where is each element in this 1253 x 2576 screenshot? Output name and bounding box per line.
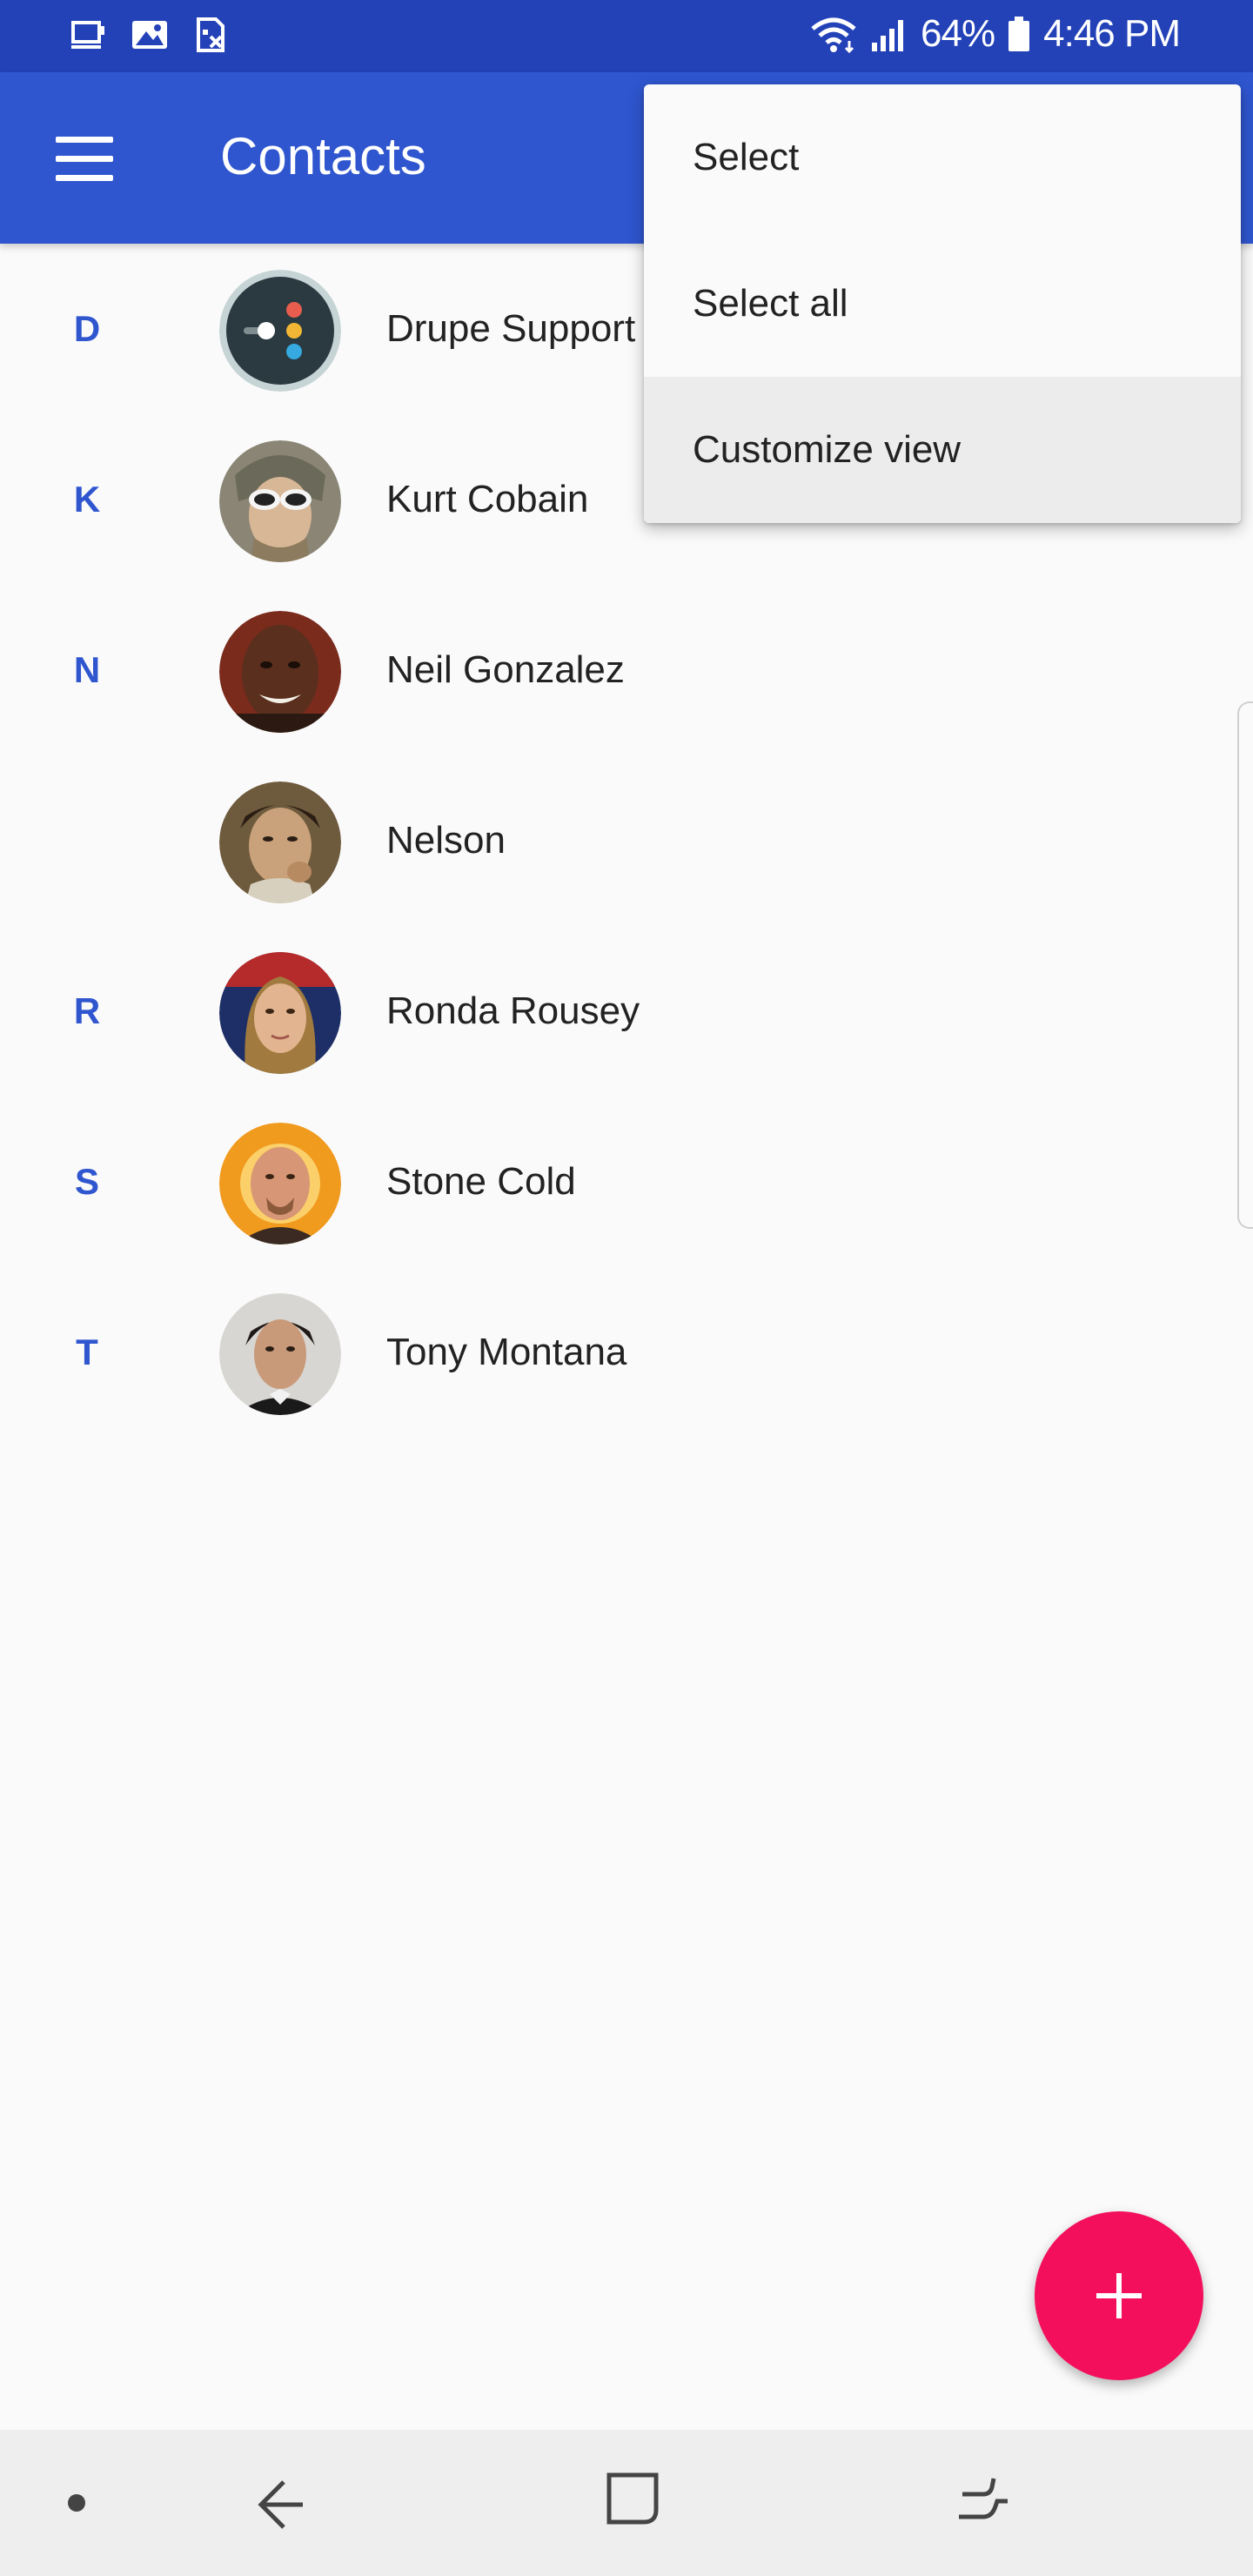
contact-photo <box>219 782 341 903</box>
list-item[interactable]: S Stone Cold <box>0 1097 1253 1267</box>
contacts-screen: 64% 4:46 PM Contacts D Drupe Support K K… <box>0 0 1253 2576</box>
contact-name: Drupe Support <box>386 307 636 350</box>
section-letter: K <box>73 479 101 520</box>
scroll-index-handle[interactable] <box>1237 701 1253 1229</box>
contact-photo <box>219 440 341 562</box>
contact-photo <box>219 952 341 1074</box>
cast-icon <box>71 21 104 49</box>
contact-name: Nelson <box>386 819 506 862</box>
battery-percent: 64% <box>921 12 995 55</box>
menu-item-select-all[interactable]: Select all <box>644 231 1241 377</box>
recents-icon[interactable] <box>954 2472 1015 2532</box>
menu-item-customize-view[interactable]: Customize view <box>644 377 1241 523</box>
status-left-icons <box>70 16 230 54</box>
contact-name: Ronda Rousey <box>386 989 640 1032</box>
contact-name: Tony Montana <box>386 1331 627 1373</box>
avatar <box>219 782 341 903</box>
drupe-logo-icon <box>219 270 341 392</box>
dot-icon[interactable] <box>66 2492 87 2513</box>
section-letter: N <box>73 649 101 690</box>
system-nav-bar <box>0 2430 1253 2576</box>
contact-photo <box>219 1123 341 1244</box>
signal-icon <box>872 20 904 51</box>
section-letter: S <box>74 1161 99 1202</box>
home-icon[interactable] <box>604 2470 661 2527</box>
avatar <box>219 1293 341 1415</box>
contact-name: Neil Gonzalez <box>386 648 625 691</box>
section-letter: D <box>73 308 101 349</box>
back-icon[interactable] <box>249 2473 310 2534</box>
add-contact-button[interactable] <box>1035 2211 1203 2380</box>
hamburger-menu-icon[interactable] <box>44 124 127 194</box>
clock: 4:46 PM <box>1043 12 1181 55</box>
section-letter: R <box>73 990 101 1031</box>
contact-name: Kurt Cobain <box>386 478 589 520</box>
avatar <box>219 611 341 733</box>
list-item[interactable]: N Neil Gonzalez <box>0 585 1253 755</box>
plus-icon <box>1096 2273 1142 2318</box>
contact-photo <box>219 1293 341 1415</box>
list-item[interactable]: T Tony Montana <box>0 1267 1253 1438</box>
avatar <box>219 270 341 392</box>
avatar <box>219 1123 341 1244</box>
overflow-menu: Select Select all Customize view <box>644 84 1241 523</box>
wifi-icon <box>811 17 856 53</box>
section-letter: T <box>76 1332 98 1372</box>
list-item[interactable]: R Ronda Rousey <box>0 926 1253 1097</box>
page-title: Contacts <box>220 127 426 185</box>
battery-icon <box>1008 17 1030 51</box>
image-icon <box>132 21 167 49</box>
status-right: 64% 4:46 PM <box>809 12 1181 56</box>
contact-photo <box>219 611 341 733</box>
menu-item-select[interactable]: Select <box>644 84 1241 231</box>
avatar <box>219 952 341 1074</box>
list-item[interactable]: Nelson <box>0 755 1253 926</box>
contact-name: Stone Cold <box>386 1160 576 1203</box>
avatar <box>219 440 341 562</box>
status-bar: 64% 4:46 PM <box>0 0 1253 72</box>
sim-icon <box>197 17 224 52</box>
section-letter <box>70 755 104 926</box>
